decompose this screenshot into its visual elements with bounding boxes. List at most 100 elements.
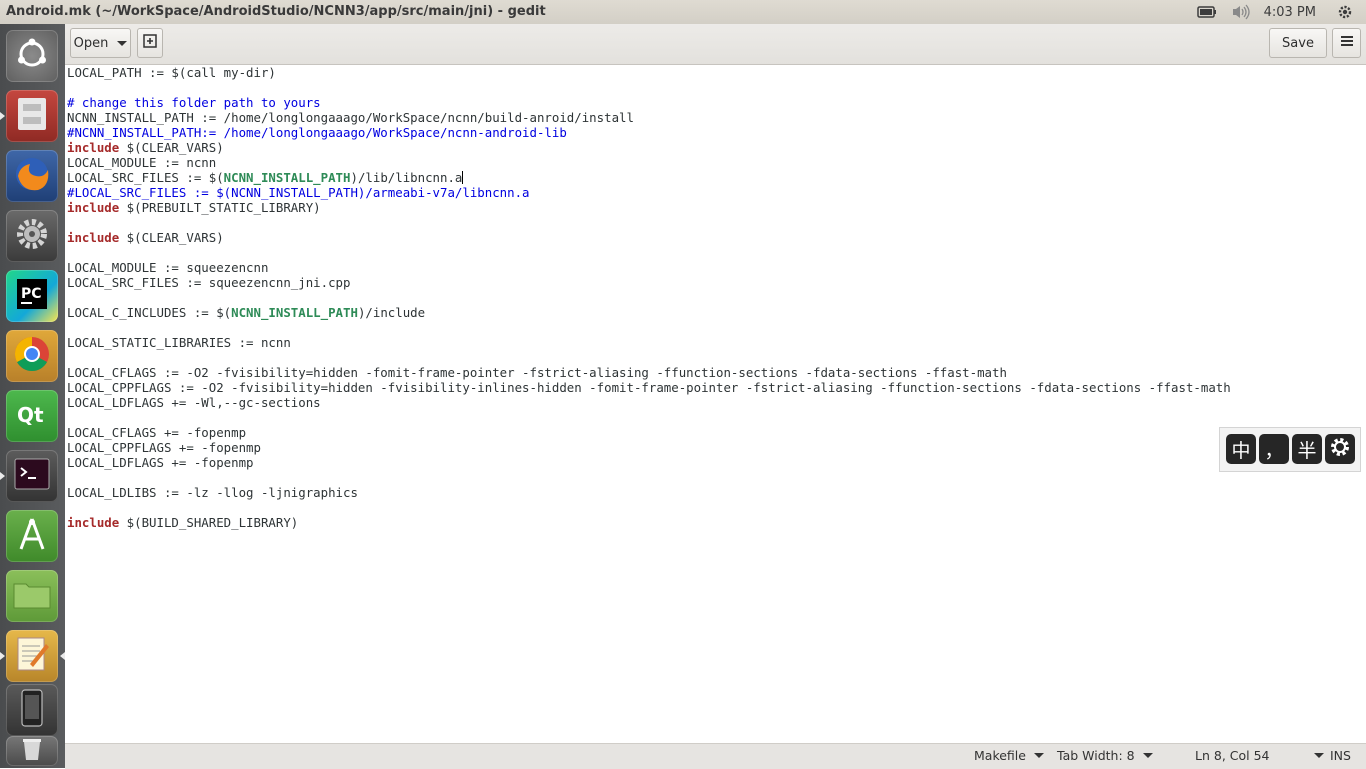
code-line[interactable]: #NCNN_INSTALL_PATH:= /home/longlongaaago… — [67, 125, 1231, 140]
code-line[interactable]: LOCAL_LDFLAGS += -Wl,--gc-sections — [67, 395, 1231, 410]
ime-half-width-button[interactable]: 半 — [1292, 434, 1322, 464]
code-line[interactable] — [67, 500, 1231, 515]
status-bar: Makefile Tab Width: 8 Ln 8, Col 54 INS — [65, 743, 1366, 769]
code-line[interactable]: LOCAL_CPPFLAGS += -fopenmp — [67, 440, 1231, 455]
cursor-position[interactable]: Ln 8, Col 54 — [1195, 748, 1324, 763]
battery-icon[interactable] — [1196, 4, 1218, 20]
pycharm-button[interactable]: PC — [6, 270, 58, 322]
code-line[interactable]: # change this folder path to yours — [67, 95, 1231, 110]
terminal-icon — [13, 457, 51, 495]
ime-chinese-mode-button[interactable]: 中 — [1226, 434, 1256, 464]
firefox-button[interactable] — [6, 150, 58, 202]
svg-text:Qt: Qt — [17, 403, 44, 427]
code-line[interactable] — [67, 215, 1231, 230]
code-line[interactable]: include $(BUILD_SHARED_LIBRARY) — [67, 515, 1231, 530]
code-line[interactable] — [67, 245, 1231, 260]
files-button[interactable] — [6, 570, 58, 622]
clock[interactable]: 4:03 PM — [1264, 5, 1316, 20]
qt-icon: Qt — [13, 395, 51, 437]
variable-token: NCNN_INSTALL_PATH — [231, 305, 358, 320]
code-line[interactable]: LOCAL_STATIC_LIBRARIES := ncnn — [67, 335, 1231, 350]
code-line[interactable]: #LOCAL_SRC_FILES := $(NCNN_INSTALL_PATH)… — [67, 185, 1231, 200]
code-token: LOCAL_LDLIBS := -lz -llog -ljnigraphics — [67, 485, 358, 500]
code-token: LOCAL_CFLAGS := -O2 -fvisibility=hidden … — [67, 365, 1007, 380]
insert-mode-label: INS — [1330, 748, 1351, 763]
code-line[interactable] — [67, 290, 1231, 305]
terminal-button[interactable] — [6, 450, 58, 502]
system-settings-button[interactable] — [6, 210, 58, 262]
code-token: $(CLEAR_VARS) — [119, 230, 224, 245]
save-button-label: Save — [1282, 35, 1314, 51]
code-token: LOCAL_MODULE := ncnn — [67, 155, 217, 170]
android-studio-icon — [13, 515, 51, 557]
code-line[interactable] — [67, 350, 1231, 365]
code-line[interactable]: NCNN_INSTALL_PATH := /home/longlongaaago… — [67, 110, 1231, 125]
ime-punctuation-button[interactable]: ， — [1259, 434, 1289, 464]
code-line[interactable]: LOCAL_CFLAGS := -O2 -fvisibility=hidden … — [67, 365, 1231, 380]
tab-width-selector[interactable]: Tab Width: 8 — [1057, 748, 1153, 763]
code-token: LOCAL_SRC_FILES := squeezencnn_jni.cpp — [67, 275, 351, 290]
android-studio-button[interactable] — [6, 510, 58, 562]
running-indicator — [0, 472, 5, 480]
trash-button[interactable] — [6, 736, 58, 766]
pycharm-icon: PC — [13, 275, 51, 317]
code-line[interactable]: LOCAL_CPPFLAGS := -O2 -fvisibility=hidde… — [67, 380, 1231, 395]
code-token: LOCAL_LDFLAGS += -Wl,--gc-sections — [67, 395, 321, 410]
firefox-icon — [12, 154, 52, 198]
code-token: LOCAL_C_INCLUDES := $( — [67, 305, 232, 320]
code-line[interactable]: include $(CLEAR_VARS) — [67, 230, 1231, 245]
text-editor[interactable]: LOCAL_PATH := $(call my-dir) # change thi… — [67, 65, 1366, 743]
archive-app-button[interactable] — [6, 90, 58, 142]
code-line[interactable]: LOCAL_PATH := $(call my-dir) — [67, 65, 1231, 80]
new-document-button[interactable] — [137, 28, 163, 58]
qt-creator-button[interactable]: Qt — [6, 390, 58, 442]
chrome-icon — [12, 334, 52, 378]
code-line[interactable]: include $(PREBUILT_STATIC_LIBRARY) — [67, 200, 1231, 215]
new-tab-icon — [142, 33, 158, 53]
code-token: LOCAL_CPPFLAGS += -fopenmp — [67, 440, 261, 455]
tab-width-label: Tab Width: 8 — [1057, 748, 1135, 763]
code-token: LOCAL_MODULE := squeezencnn — [67, 260, 269, 275]
code-token: LOCAL_STATIC_LIBRARIES := ncnn — [67, 335, 291, 350]
code-line[interactable]: LOCAL_SRC_FILES := $(NCNN_INSTALL_PATH)/… — [67, 170, 1231, 185]
ime-settings-button[interactable] — [1325, 434, 1355, 464]
comment-token: #NCNN_INSTALL_PATH:= /home/longlongaaago… — [67, 125, 567, 140]
gear-icon — [13, 215, 51, 257]
gedit-button[interactable] — [6, 630, 58, 682]
launcher: PC Qt — [0, 24, 65, 768]
settings-icon[interactable] — [1334, 4, 1356, 20]
code-token: LOCAL_LDFLAGS += -fopenmp — [67, 455, 254, 470]
save-button[interactable]: Save — [1269, 28, 1327, 58]
text-editor-icon — [14, 634, 50, 678]
code-line[interactable] — [67, 470, 1231, 485]
code-line[interactable]: LOCAL_MODULE := ncnn — [67, 155, 1231, 170]
focused-indicator — [60, 652, 65, 660]
menu-button[interactable] — [1332, 28, 1361, 58]
code-line[interactable]: include $(CLEAR_VARS) — [67, 140, 1231, 155]
code-line[interactable]: LOCAL_CFLAGS += -fopenmp — [67, 425, 1231, 440]
keyword-token: include — [67, 140, 120, 155]
code-line[interactable]: LOCAL_LDLIBS := -lz -llog -ljnigraphics — [67, 485, 1231, 500]
keyword-token: include — [67, 515, 120, 530]
code-line[interactable]: LOCAL_SRC_FILES := squeezencnn_jni.cpp — [67, 275, 1231, 290]
code-line[interactable] — [67, 80, 1231, 95]
code-line[interactable] — [67, 410, 1231, 425]
code-line[interactable] — [67, 320, 1231, 335]
open-button[interactable]: Open — [70, 28, 131, 58]
code-token: $(PREBUILT_STATIC_LIBRARY) — [119, 200, 321, 215]
chevron-down-icon — [1313, 753, 1324, 758]
android-device-button[interactable] — [6, 684, 58, 736]
volume-icon[interactable] — [1230, 4, 1252, 20]
code-token: $(CLEAR_VARS) — [119, 140, 224, 155]
code-line[interactable]: LOCAL_MODULE := squeezencnn — [67, 260, 1231, 275]
code-token: LOCAL_SRC_FILES := $( — [67, 170, 224, 185]
file-cabinet-icon — [15, 96, 49, 136]
code-token: NCNN_INSTALL_PATH := /home/longlongaaago… — [67, 110, 634, 125]
code-content[interactable]: LOCAL_PATH := $(call my-dir) # change thi… — [67, 65, 1231, 530]
code-line[interactable]: LOCAL_C_INCLUDES := $(NCNN_INSTALL_PATH)… — [67, 305, 1231, 320]
ubuntu-dash-button[interactable] — [6, 30, 58, 82]
code-line[interactable]: LOCAL_LDFLAGS += -fopenmp — [67, 455, 1231, 470]
language-selector[interactable]: Makefile — [974, 748, 1044, 763]
trash-icon — [19, 736, 45, 766]
chrome-button[interactable] — [6, 330, 58, 382]
